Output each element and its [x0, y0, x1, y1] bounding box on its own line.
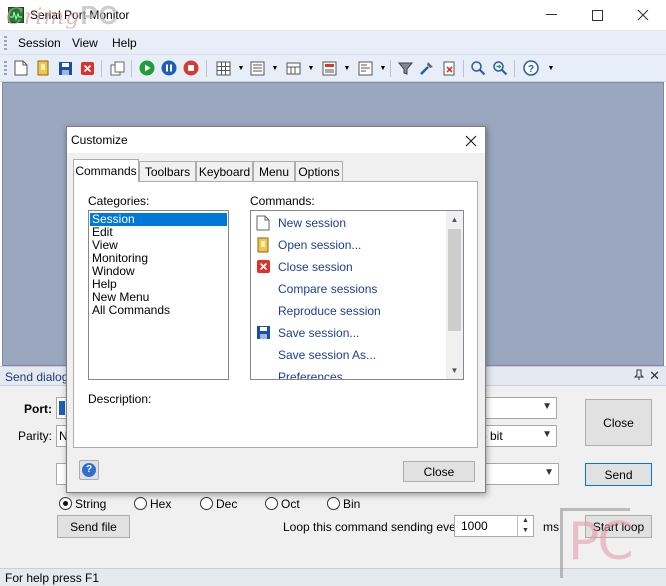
commands-list[interactable]: New session Open session... Close sessio… [250, 210, 464, 380]
open-session-icon[interactable] [34, 59, 52, 77]
scroll-up-icon[interactable]: ▲ [446, 211, 463, 228]
commands-label: Commands: [250, 194, 315, 208]
command-item[interactable]: Compare sessions [251, 278, 443, 300]
minimize-button[interactable] [528, 0, 574, 30]
loop-spinner[interactable]: ▲ ▼ [517, 516, 533, 536]
customize-dialog: Customize Commands Toolbars Keyboard Men… [66, 126, 486, 493]
list-icon[interactable] [248, 59, 266, 77]
customize-close-button[interactable]: Close [403, 461, 475, 482]
menu-view[interactable]: View [72, 36, 98, 50]
main-toolbar: ▼ ▼ ▼ ▼ ▼ ? ▼ [0, 55, 666, 82]
customize-title-bar: Customize [67, 127, 485, 153]
layout-icon[interactable] [320, 59, 338, 77]
panel-icon[interactable] [356, 59, 374, 77]
send-button[interactable]: Send [585, 463, 652, 486]
send-panel-close-button[interactable]: Close [585, 399, 652, 446]
stop-icon[interactable] [182, 59, 200, 77]
floppy-disk-icon [256, 325, 272, 341]
baud-select[interactable]: ▼ [480, 397, 557, 419]
command-item[interactable]: Close session [251, 256, 443, 278]
clear-icon[interactable] [440, 59, 458, 77]
scrollbar-thumb[interactable] [448, 229, 461, 331]
copy-icon[interactable] [108, 59, 126, 77]
table-icon[interactable] [284, 59, 302, 77]
categories-label: Categories: [88, 194, 150, 208]
description-label: Description: [88, 392, 152, 406]
format-dec-radio[interactable] [200, 497, 213, 510]
send-dialog-close-icon[interactable]: ✕ [649, 368, 660, 384]
parity-label: Parity: [18, 429, 53, 443]
format-oct-radio[interactable] [265, 497, 278, 510]
format-hex-label: Hex [150, 497, 172, 511]
command-item[interactable]: Preferences [251, 366, 443, 379]
title-bar: Serial Port Monitor CrimgPC [0, 0, 666, 31]
command-item[interactable]: Save session... [251, 322, 443, 344]
start-icon[interactable] [138, 59, 156, 77]
command-item[interactable]: Save session As... [251, 344, 443, 366]
loop-interval-input[interactable]: 1000 ▲ ▼ [454, 515, 534, 537]
categories-list[interactable]: Session Edit View Monitoring Window Help… [88, 210, 229, 380]
toolbar-grip-handle[interactable] [4, 61, 7, 76]
table-dropdown-icon[interactable]: ▼ [302, 59, 320, 77]
svg-text:?: ? [528, 64, 534, 75]
close-session-icon[interactable] [78, 59, 96, 77]
close-red-icon [256, 259, 272, 275]
menu-session[interactable]: Session [18, 36, 61, 50]
layout-dropdown-icon[interactable]: ▼ [338, 59, 356, 77]
help-dropdown-icon[interactable]: ▼ [542, 59, 560, 77]
customize-title: Customize [71, 133, 128, 147]
tab-keyboard[interactable]: Keyboard [196, 161, 253, 181]
loop-unit-label: ms [543, 520, 559, 534]
command-item[interactable]: Reproduce session [251, 300, 443, 322]
open-folder-icon [256, 237, 272, 253]
port-label: Port: [24, 402, 52, 416]
close-window-button[interactable] [620, 0, 666, 30]
pin-icon[interactable] [633, 369, 645, 384]
commands-scrollbar[interactable]: ▲ ▼ [446, 211, 463, 379]
format-string-label: String [75, 497, 107, 511]
tools-icon[interactable] [418, 59, 436, 77]
category-item[interactable]: All Commands [90, 304, 227, 317]
status-text: For help press F1 [5, 571, 100, 585]
command-input-dropdown[interactable]: ▼ [486, 463, 559, 485]
command-item[interactable]: Open session... [251, 234, 443, 256]
filter-icon[interactable] [396, 59, 414, 77]
format-oct-label: Oct [281, 497, 300, 511]
stop-bit-select[interactable]: p bit ▼ [480, 425, 557, 447]
format-dec-label: Dec [216, 497, 238, 511]
scroll-down-icon[interactable]: ▼ [446, 362, 463, 379]
search-icon[interactable] [469, 59, 487, 77]
menu-bar: Session View Help [0, 31, 666, 55]
tab-options[interactable]: Options [295, 161, 343, 181]
send-dialog-title: Send dialog [5, 370, 69, 384]
command-item[interactable]: New session [251, 212, 443, 234]
format-hex-radio[interactable] [134, 497, 147, 510]
new-document-icon [256, 215, 272, 231]
corner-watermark: PC [560, 508, 660, 584]
customize-close-icon[interactable] [465, 130, 477, 152]
grid-icon[interactable] [214, 59, 232, 77]
format-bin-label: Bin [343, 497, 361, 511]
format-string-radio[interactable] [59, 497, 72, 510]
watermark-logo: CrimgPC [6, 0, 119, 30]
save-session-icon[interactable] [56, 59, 74, 77]
maximize-button[interactable] [574, 0, 620, 30]
format-bin-radio[interactable] [327, 497, 340, 510]
menu-grip-handle[interactable] [4, 36, 7, 50]
loop-label: Loop this command sending every [283, 520, 466, 534]
help-icon: ? [82, 463, 96, 477]
help-icon[interactable]: ? [522, 59, 540, 77]
find-next-icon[interactable] [491, 59, 509, 77]
tab-commands[interactable]: Commands [73, 159, 139, 182]
pause-icon[interactable] [160, 59, 178, 77]
tab-toolbars[interactable]: Toolbars [139, 161, 196, 181]
menu-help[interactable]: Help [112, 36, 137, 50]
tab-menu[interactable]: Menu [253, 161, 295, 181]
new-session-icon[interactable] [12, 59, 30, 77]
customize-help-button[interactable]: ? [79, 460, 99, 480]
commands-tab-panel: Categories: Session Edit View Monitoring… [73, 181, 478, 448]
list-dropdown-icon[interactable]: ▼ [266, 59, 284, 77]
send-file-button[interactable]: Send file [57, 515, 130, 538]
